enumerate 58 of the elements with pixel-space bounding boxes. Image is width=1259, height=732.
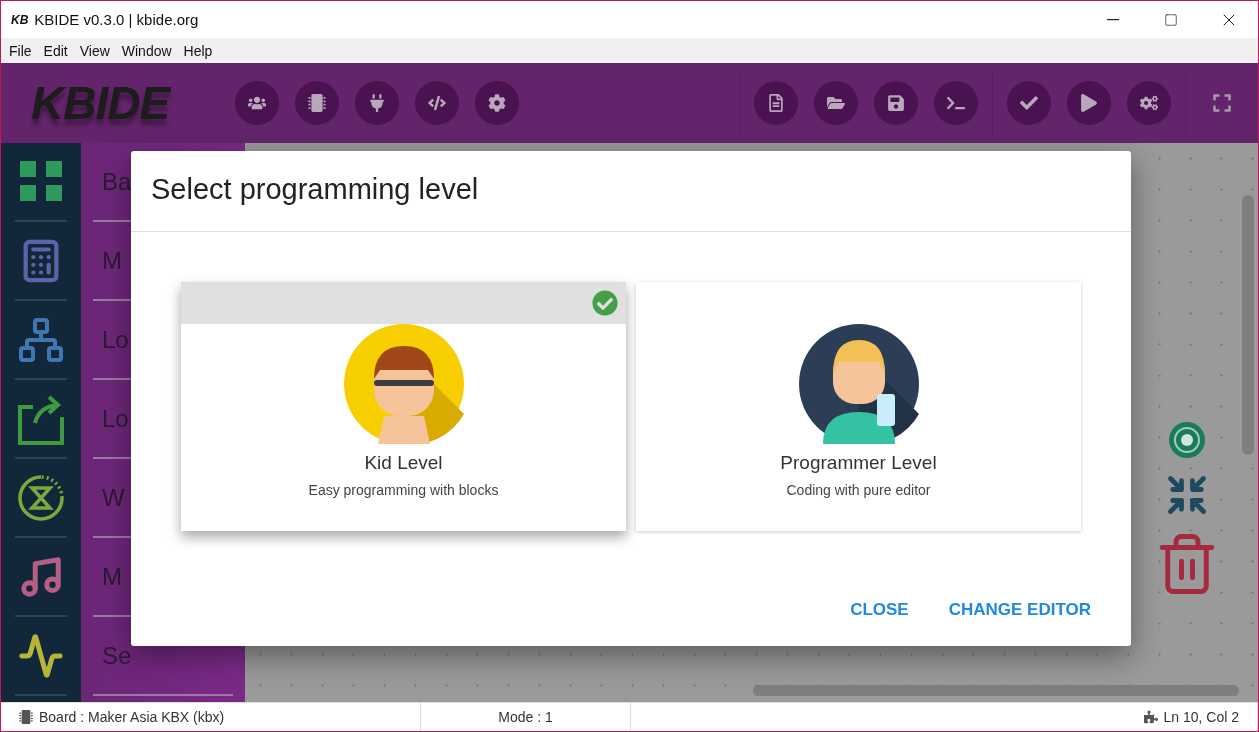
new-file-button[interactable] — [754, 81, 798, 125]
level-name: Kid Level — [364, 452, 443, 474]
hourglass-timer-icon — [17, 473, 65, 522]
window-title: KBIDE v0.3.0 | kbide.org — [34, 11, 200, 28]
plug-icon — [368, 94, 386, 112]
code-button[interactable] — [415, 81, 459, 125]
puzzle-icon — [1143, 710, 1158, 724]
check-icon — [1020, 94, 1038, 112]
folder-button[interactable] — [814, 81, 858, 125]
scrollbar-thumb[interactable] — [753, 685, 1239, 696]
target-icon[interactable] — [1168, 421, 1206, 459]
level-description: Easy programming with blocks — [308, 482, 499, 498]
app-icon: KB — [11, 12, 29, 27]
sitemap-icon — [17, 315, 65, 364]
change-editor-button[interactable]: CHANGE EDITOR — [948, 596, 1091, 624]
grid-icon — [20, 160, 62, 203]
new-file-icon — [767, 94, 785, 112]
play-button[interactable] — [1067, 81, 1111, 125]
expand-icon — [1212, 93, 1232, 113]
check-button[interactable] — [1007, 81, 1051, 125]
menu-item[interactable]: View — [73, 42, 116, 59]
level-name: Programmer Level — [780, 452, 937, 474]
people-icon — [248, 94, 266, 112]
shrink-arrows-icon[interactable] — [1165, 473, 1209, 517]
dialog-title: Select programming level — [131, 151, 1131, 232]
minimize-icon — [1107, 18, 1119, 21]
pulse-icon — [18, 632, 64, 679]
save-icon — [887, 94, 905, 112]
gears-button[interactable] — [1127, 81, 1171, 125]
maximize-icon — [1164, 12, 1178, 27]
chip-icon — [308, 94, 326, 112]
level-card[interactable]: Programmer Level Coding with pure editor — [636, 282, 1081, 531]
folder-icon — [827, 94, 845, 112]
plug-button[interactable] — [355, 81, 399, 125]
cursor-position: Ln 10, Col 2 — [1163, 709, 1239, 725]
menu-item[interactable]: File — [3, 42, 38, 59]
menu-item[interactable]: Window — [115, 42, 178, 59]
menu-item[interactable]: Edit — [37, 42, 74, 59]
terminal-button[interactable] — [934, 81, 978, 125]
menu-item[interactable]: Help — [177, 42, 219, 59]
chip-button[interactable] — [295, 81, 339, 125]
gear-icon — [488, 94, 506, 112]
board-label: Board : Maker Asia KBX (kbx) — [39, 709, 225, 725]
chip-icon — [19, 710, 33, 724]
play-icon — [1080, 94, 1098, 112]
terminal-icon — [947, 94, 965, 112]
code-icon — [428, 94, 446, 112]
save-button[interactable] — [874, 81, 918, 125]
level-card[interactable]: Kid Level Easy programming with blocks — [181, 282, 626, 531]
close-button[interactable]: CLOSE — [850, 596, 909, 624]
people-button[interactable] — [235, 81, 279, 125]
mode-label: Mode : 1 — [498, 709, 553, 725]
gear-button[interactable] — [475, 81, 519, 125]
scrollbar-thumb[interactable] — [1242, 195, 1254, 455]
check-icon — [592, 290, 618, 316]
level-description: Coding with pure editor — [786, 482, 931, 498]
gears-icon — [1140, 94, 1158, 112]
logo: KBIDE — [30, 76, 173, 130]
